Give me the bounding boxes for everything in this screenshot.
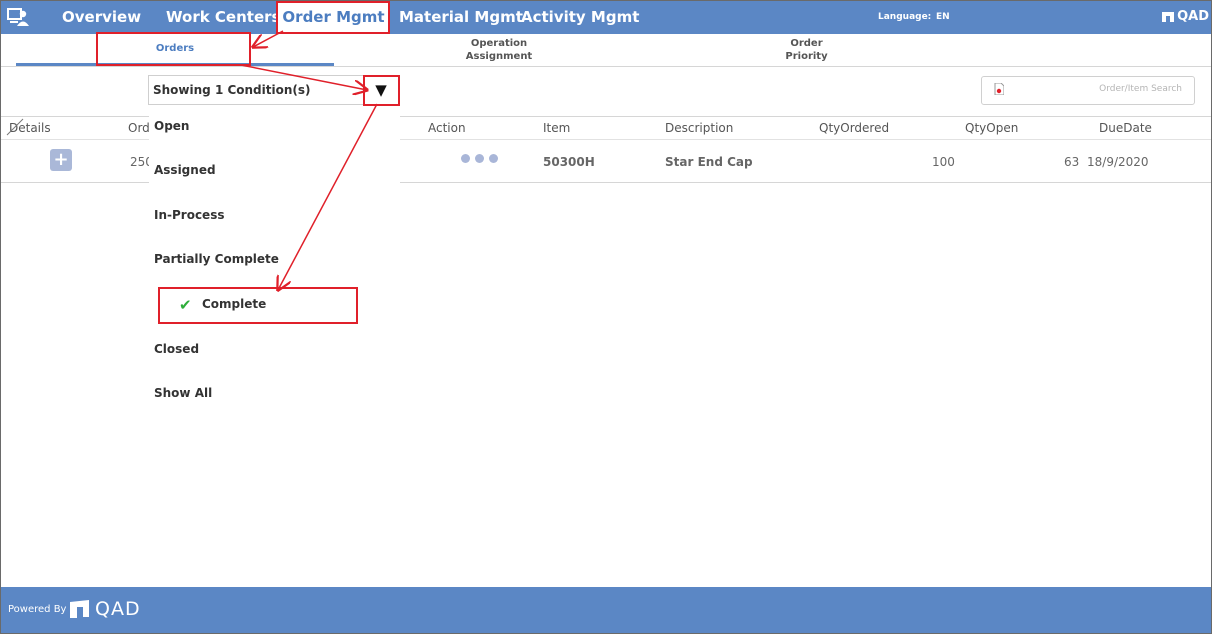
description-cell: Star End Cap <box>665 155 753 169</box>
language-label: Language: <box>878 12 932 22</box>
menu-item-in-process[interactable]: In-Process <box>154 208 224 222</box>
brand-logo: QAD <box>1161 9 1209 24</box>
column-header-item[interactable]: Item <box>543 121 570 135</box>
qty-ordered-cell: 100 <box>932 155 955 169</box>
subtab-label-line2: Priority <box>785 51 828 62</box>
tab-work-centers[interactable]: Work Centers <box>166 1 280 34</box>
qty-open-cell: 63 <box>1064 155 1080 169</box>
subtab-order-priority[interactable]: Order Priority <box>664 34 949 66</box>
column-header-action[interactable]: Action <box>428 121 466 135</box>
search-placeholder: Order/Item Search <box>1099 84 1182 94</box>
tab-material-mgmt[interactable]: Material Mgmt <box>399 1 523 34</box>
qad-logo-icon <box>1162 11 1175 22</box>
column-header-due-date[interactable]: DueDate <box>1099 121 1152 135</box>
powered-by-label: Powered By <box>8 604 67 615</box>
menu-item-partially-complete[interactable]: Partially Complete <box>154 252 279 266</box>
monitor-user-icon[interactable] <box>7 6 29 28</box>
qad-logo-icon <box>70 600 89 618</box>
condition-filter-label: Showing 1 Condition(s) <box>153 83 311 97</box>
column-header-qty-ordered[interactable]: QtyOrdered <box>819 121 889 135</box>
subtab-label-line1: Operation <box>470 38 528 49</box>
annotation-box-orders <box>96 32 251 66</box>
menu-item-show-all[interactable]: Show All <box>154 386 212 400</box>
column-header-order[interactable]: Ord <box>128 121 150 135</box>
annotation-box-order-mgmt <box>276 1 390 34</box>
top-navigation-bar: Overview Work Centers Order Mgmt Materia… <box>1 1 1211 34</box>
menu-item-open[interactable]: Open <box>154 119 189 133</box>
footer-brand-logo: QAD <box>69 598 141 620</box>
dot <box>475 154 484 163</box>
annotation-box-dropdown-arrow <box>363 75 400 106</box>
subtab-operation-assignment[interactable]: Operation Assignment <box>334 34 664 66</box>
order-item-search-input[interactable]: Order/Item Search <box>981 76 1195 105</box>
language-selector[interactable]: EN <box>936 1 950 34</box>
column-resize-icon <box>6 118 24 136</box>
tab-activity-mgmt[interactable]: Activity Mgmt <box>521 1 639 34</box>
pdf-icon[interactable] <box>994 83 1004 95</box>
dot <box>461 154 470 163</box>
subtab-label-line2: Assignment <box>465 51 533 62</box>
due-date-cell: 18/9/2020 <box>1087 155 1149 169</box>
menu-item-closed[interactable]: Closed <box>154 342 199 356</box>
footer-brand-text: QAD <box>95 598 141 620</box>
subtab-label-line1: Order <box>790 38 823 49</box>
app-window: Overview Work Centers Order Mgmt Materia… <box>0 0 1212 634</box>
dot <box>489 154 498 163</box>
column-header-description[interactable]: Description <box>665 121 733 135</box>
condition-menu: Open Assigned In-Process Partially Compl… <box>149 105 400 425</box>
action-menu-icon[interactable] <box>461 154 498 163</box>
tab-overview[interactable]: Overview <box>62 1 141 34</box>
brand-text: QAD <box>1177 9 1209 24</box>
footer: Powered By QAD <box>1 587 1211 633</box>
column-header-qty-open[interactable]: QtyOpen <box>965 121 1018 135</box>
annotation-box-complete <box>158 287 358 324</box>
menu-item-assigned[interactable]: Assigned <box>154 163 216 177</box>
item-cell: 50300H <box>543 155 595 169</box>
expand-details-button[interactable]: + <box>50 149 72 171</box>
